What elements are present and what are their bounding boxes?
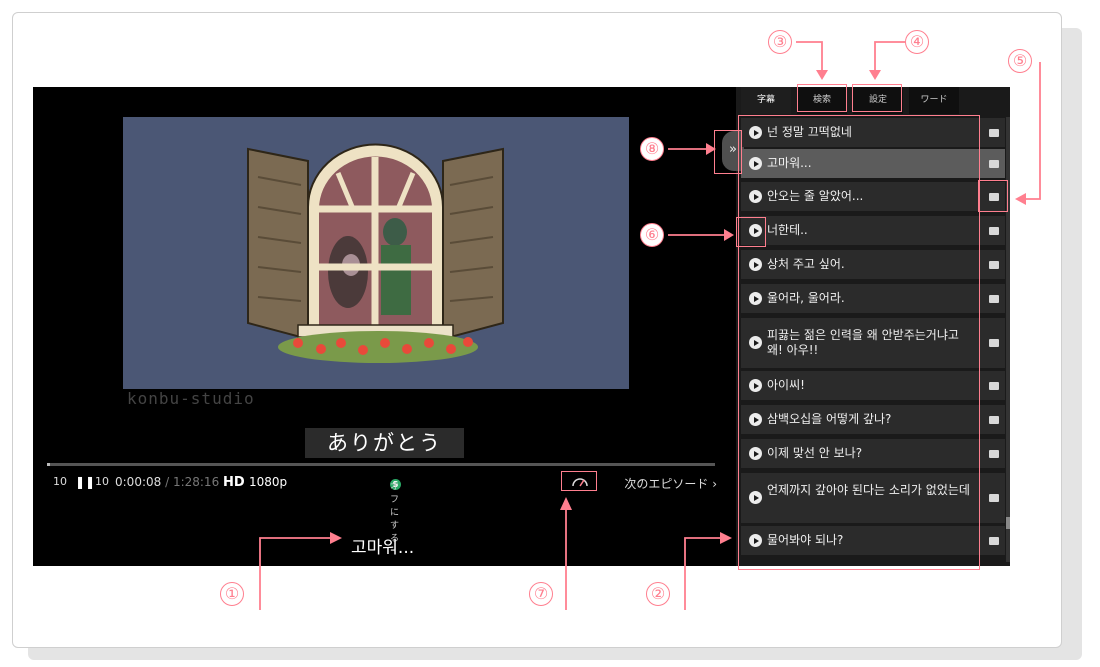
annotation-arrows [259,41,1041,610]
annotation-number-8: ⑧ [640,137,664,161]
annotation-number-7: ⑦ [529,582,553,606]
annotation-number-5: ⑤ [1008,49,1032,73]
annotation-number-2: ② [646,582,670,606]
annotation-number-4: ④ [905,30,929,54]
annotation-number-3: ③ [768,30,792,54]
annotation-number-6: ⑥ [640,223,664,247]
annotation-number-1: ① [220,582,244,606]
